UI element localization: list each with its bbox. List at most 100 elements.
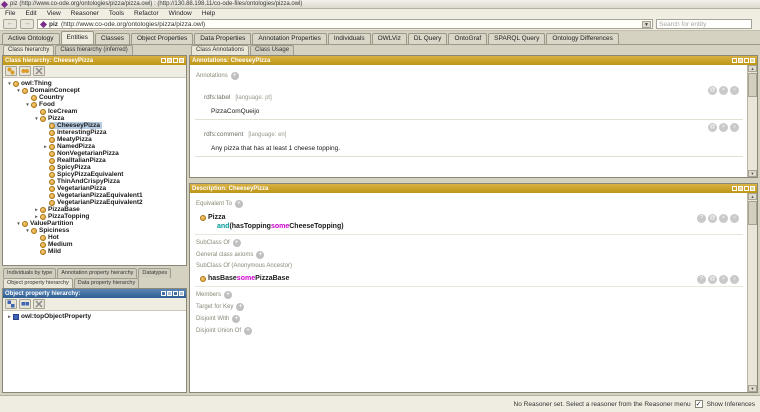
edit-button[interactable]: ○ xyxy=(730,275,739,284)
split-icon[interactable] xyxy=(167,58,172,63)
delete-button[interactable]: × xyxy=(719,214,728,223)
explain-button[interactable]: ? xyxy=(697,214,706,223)
tab-entities[interactable]: Entities xyxy=(61,31,94,44)
search-input[interactable] xyxy=(656,19,752,29)
tab-ontology-differences[interactable]: Ontology Differences xyxy=(546,33,619,44)
tab-class-usage[interactable]: Class Usage xyxy=(250,45,294,55)
add-sibling-property-button[interactable] xyxy=(19,299,31,309)
float-icon[interactable] xyxy=(161,58,166,63)
tree-item-vegetarianpizzaequivalent2[interactable]: VegetarianPizzaEquivalent2 xyxy=(3,199,186,206)
menu-edit[interactable]: Edit xyxy=(25,10,36,17)
scroll-thumb[interactable] xyxy=(748,201,757,225)
float-icon[interactable] xyxy=(161,291,166,296)
expander-icon[interactable]: ▼ xyxy=(33,116,40,121)
add-disjoint-with-button[interactable]: + xyxy=(232,315,240,323)
add-equivalent-to-button[interactable]: + xyxy=(235,200,243,208)
tab-object-properties[interactable]: Object Properties xyxy=(131,33,193,44)
maximize-icon[interactable] xyxy=(173,291,178,296)
add-general-class-axioms-button[interactable]: + xyxy=(256,251,264,259)
delete-button[interactable]: × xyxy=(719,123,728,132)
description-scrollbar[interactable]: ▲ ▼ xyxy=(747,193,757,392)
tab-annotation-property-hierarchy[interactable]: Annotation property hierarchy xyxy=(57,268,137,278)
split-icon[interactable] xyxy=(738,58,743,63)
tree-item-interestingpizza[interactable]: InterestingPizza xyxy=(3,129,186,136)
tree-item-mild[interactable]: Mild xyxy=(3,248,186,255)
tree-item-spiciness[interactable]: ▼Spiciness xyxy=(3,227,186,234)
maximize-icon[interactable] xyxy=(173,58,178,63)
close-icon[interactable] xyxy=(750,186,755,191)
tab-class-annotations[interactable]: Class Annotations xyxy=(191,45,249,55)
tab-individuals[interactable]: Individuals xyxy=(328,33,371,44)
tree-item-thinandcrispypizza[interactable]: ThinAndCrispyPizza xyxy=(3,178,186,185)
tree-item-medium[interactable]: Medium xyxy=(3,241,186,248)
annotation-property[interactable]: rdfs:comment xyxy=(204,131,243,138)
maximize-icon[interactable] xyxy=(744,58,749,63)
tab-sparql-query[interactable]: SPARQL Query xyxy=(488,33,545,44)
tree-item-domainconcept[interactable]: ▼DomainConcept xyxy=(3,87,186,94)
annotate-button[interactable]: @ xyxy=(708,214,717,223)
delete-class-button[interactable] xyxy=(33,66,45,76)
tree-item-realitalianpizza[interactable]: RealItalianPizza xyxy=(3,157,186,164)
tree-item-owl-topobjectproperty[interactable]: ►owl:topObjectProperty xyxy=(3,313,186,320)
close-icon[interactable] xyxy=(179,291,184,296)
tab-annotation-properties[interactable]: Annotation Properties xyxy=(252,33,327,44)
edit-button[interactable]: ○ xyxy=(730,214,739,223)
maximize-icon[interactable] xyxy=(744,186,749,191)
float-icon[interactable] xyxy=(732,186,737,191)
tab-dl-query[interactable]: DL Query xyxy=(408,33,448,44)
tree-item-pizzatopping[interactable]: ►PizzaTopping xyxy=(3,213,186,220)
expander-icon[interactable]: ▼ xyxy=(15,88,22,93)
menu-help[interactable]: Help xyxy=(202,10,215,17)
expander-icon[interactable]: ▼ xyxy=(24,102,31,107)
add-target-for-key-button[interactable]: + xyxy=(236,303,244,311)
tree-item-spicypizzaequivalent[interactable]: SpicyPizzaEquivalent xyxy=(3,171,186,178)
description-row[interactable]: hasBase some PizzaBase?@×○ xyxy=(195,272,743,287)
tree-item-spicypizza[interactable]: SpicyPizza xyxy=(3,164,186,171)
tab-class-hierarchy[interactable]: Class hierarchy xyxy=(3,45,54,55)
close-icon[interactable] xyxy=(750,58,755,63)
tree-item-country[interactable]: Country xyxy=(3,94,186,101)
edit-button[interactable]: ○ xyxy=(730,86,739,95)
tree-item-pizzabase[interactable]: ►PizzaBase xyxy=(3,206,186,213)
tab-class-hierarchy-inferred[interactable]: Class hierarchy (inferred) xyxy=(55,45,132,55)
tab-owlviz[interactable]: OWLViz xyxy=(372,33,407,44)
edit-button[interactable]: ○ xyxy=(730,123,739,132)
expander-icon[interactable]: ► xyxy=(42,144,49,149)
tree-item-owl-thing[interactable]: ▼owl:Thing xyxy=(3,80,186,87)
expander-icon[interactable]: ► xyxy=(33,207,40,212)
tab-data-property-hierarchy[interactable]: Data property hierarchy xyxy=(74,278,139,288)
expander-icon[interactable]: ▼ xyxy=(15,221,22,226)
delete-button[interactable]: × xyxy=(719,275,728,284)
tab-object-property-hierarchy[interactable]: Object property hierarchy xyxy=(3,278,73,288)
description-row[interactable]: Pizzaand (hasTopping some CheeseTopping)… xyxy=(195,211,743,235)
delete-property-button[interactable] xyxy=(33,299,45,309)
annotations-scrollbar[interactable]: ▲ ▼ xyxy=(747,65,757,177)
expander-icon[interactable]: ► xyxy=(6,314,13,319)
expander-icon[interactable]: ▼ xyxy=(6,81,13,86)
float-icon[interactable] xyxy=(732,58,737,63)
tree-item-vegetarianpizza[interactable]: VegetarianPizza xyxy=(3,185,186,192)
menu-file[interactable]: File xyxy=(5,10,15,17)
tree-item-vegetarianpizzaequivalent1[interactable]: VegetarianPizzaEquivalent1 xyxy=(3,192,186,199)
menu-tools[interactable]: Tools xyxy=(109,10,124,17)
ontology-selector[interactable]: piz (http://www.co-ode.org/ontologies/pi… xyxy=(37,19,653,29)
menu-reasoner[interactable]: Reasoner xyxy=(71,10,99,17)
add-disjoint-union-of-button[interactable]: + xyxy=(244,327,252,335)
split-icon[interactable] xyxy=(167,291,172,296)
annotate-button[interactable]: @ xyxy=(708,86,717,95)
menu-refactor[interactable]: Refactor xyxy=(134,10,159,17)
tree-item-hot[interactable]: Hot xyxy=(3,234,186,241)
add-members-button[interactable]: + xyxy=(224,291,232,299)
menu-view[interactable]: View xyxy=(47,10,61,17)
show-inferences-checkbox[interactable]: ✓ xyxy=(695,400,703,408)
tab-datatypes[interactable]: Datatypes xyxy=(138,268,171,278)
scroll-up-icon[interactable]: ▲ xyxy=(748,65,757,72)
expander-icon[interactable]: ▼ xyxy=(24,228,31,233)
tree-item-food[interactable]: ▼Food xyxy=(3,101,186,108)
add-subclass-button[interactable] xyxy=(5,66,17,76)
annotation-property[interactable]: rdfs:label xyxy=(204,94,230,101)
scroll-thumb[interactable] xyxy=(748,73,757,97)
tree-item-cheeseypizza[interactable]: CheeseyPizza xyxy=(3,122,186,129)
tree-item-valuepartition[interactable]: ▼ValuePartition xyxy=(3,220,186,227)
scroll-down-icon[interactable]: ▼ xyxy=(748,385,757,392)
